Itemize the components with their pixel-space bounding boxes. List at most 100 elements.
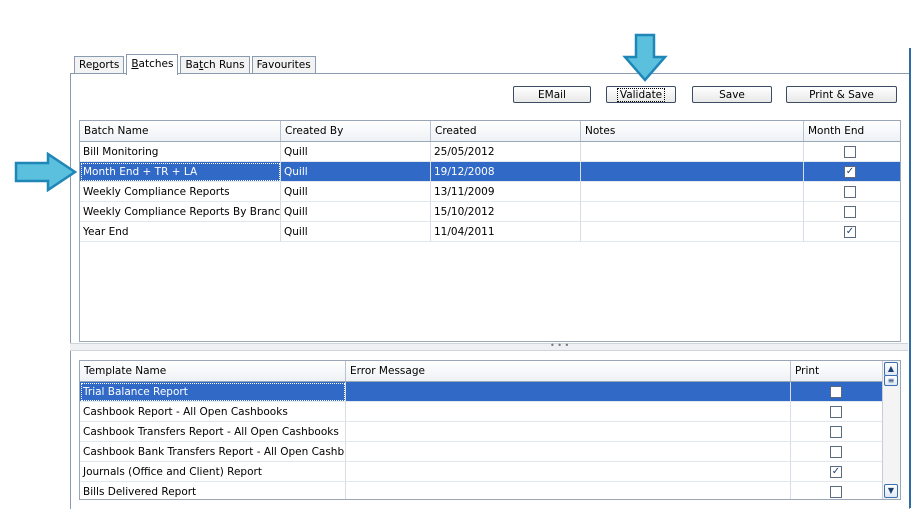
- column-header-created[interactable]: Created: [431, 121, 581, 141]
- notes-cell: [581, 222, 804, 242]
- tab-label: ch Runs: [203, 59, 245, 71]
- error-message-cell: [346, 382, 791, 402]
- templates-scrollbar[interactable]: ▲ ≡ ▼: [882, 361, 900, 499]
- email-button[interactable]: EMail: [513, 86, 591, 103]
- table-row[interactable]: Journals (Office and Client) Report ✓: [80, 462, 883, 482]
- templates-grid: Template Name Error Message Print Trial …: [79, 360, 901, 500]
- batch-name-cell: Month End + TR + LA: [80, 162, 281, 182]
- grid-splitter[interactable]: • • •: [70, 341, 908, 351]
- print-checkbox[interactable]: [830, 446, 842, 458]
- month-end-checkbox[interactable]: [844, 146, 856, 158]
- month-end-cell: ✓: [804, 162, 900, 182]
- table-row[interactable]: Cashbook Report - All Open Cashbooks: [80, 402, 883, 422]
- created-cell: 19/12/2008: [431, 162, 581, 182]
- error-message-cell: [346, 482, 791, 499]
- error-message-cell: [346, 442, 791, 462]
- table-row[interactable]: Cashbook Bank Transfers Report - All Ope…: [80, 442, 883, 462]
- print-checkbox[interactable]: [830, 386, 842, 398]
- print-cell: [791, 382, 883, 402]
- validate-button[interactable]: Validate: [606, 86, 676, 103]
- print-save-button-label: Print & Save: [809, 89, 874, 101]
- month-end-checkbox[interactable]: ✓: [844, 226, 856, 238]
- error-message-cell: [346, 462, 791, 482]
- table-row[interactable]: Month End + TR + LA Quill 19/12/2008 ✓: [80, 162, 900, 182]
- tab-batch-runs[interactable]: Batch Runs: [180, 56, 250, 74]
- print-cell: [791, 442, 883, 462]
- arrow-down-icon: [622, 33, 668, 82]
- print-cell: [791, 482, 883, 499]
- scroll-thumb[interactable]: ≡: [884, 375, 898, 386]
- table-row[interactable]: Cashbook Transfers Report - All Open Cas…: [80, 422, 883, 442]
- created-cell: 25/05/2012: [431, 142, 581, 162]
- template-name-cell: Trial Balance Report: [80, 382, 346, 402]
- tab-label: Ba: [185, 59, 200, 71]
- column-header-error-message[interactable]: Error Message: [346, 361, 791, 381]
- validate-button-label: Validate: [616, 88, 666, 102]
- scroll-down-icon[interactable]: ▼: [884, 484, 898, 498]
- batches-grid-header: Batch Name Created By Created Notes Mont…: [80, 121, 900, 142]
- column-header-print[interactable]: Print: [791, 361, 883, 381]
- table-row[interactable]: Year End Quill 11/04/2011 ✓: [80, 222, 900, 242]
- template-name-cell: Journals (Office and Client) Report: [80, 462, 346, 482]
- month-end-cell: [804, 142, 900, 162]
- column-header-created-by[interactable]: Created By: [281, 121, 431, 141]
- print-checkbox[interactable]: [830, 486, 842, 498]
- scroll-up-icon[interactable]: ▲: [884, 362, 898, 376]
- tab-batches[interactable]: Batches: [126, 54, 179, 75]
- template-name-cell: Cashbook Transfers Report - All Open Cas…: [80, 422, 346, 442]
- created-cell: 11/04/2011: [431, 222, 581, 242]
- month-end-checkbox[interactable]: [844, 186, 856, 198]
- tab-favourites[interactable]: Favourites: [251, 56, 316, 74]
- template-name-cell: Cashbook Bank Transfers Report - All Ope…: [80, 442, 346, 462]
- print-checkbox[interactable]: ✓: [830, 466, 842, 478]
- created-by-cell: Quill: [281, 162, 431, 182]
- table-row[interactable]: Bill Monitoring Quill 25/05/2012: [80, 142, 900, 162]
- created-cell: 13/11/2009: [431, 182, 581, 202]
- tab-label: orts: [98, 59, 120, 71]
- table-row[interactable]: Weekly Compliance Reports By Branch Quill…: [80, 202, 900, 222]
- tab-label: atches: [138, 58, 174, 70]
- splitter-grip-icon: • • •: [550, 341, 570, 350]
- column-header-notes[interactable]: Notes: [581, 121, 804, 141]
- print-checkbox[interactable]: [830, 426, 842, 438]
- template-name-cell: Cashbook Report - All Open Cashbooks: [80, 402, 346, 422]
- table-row[interactable]: Bills Delivered Report: [80, 482, 883, 499]
- table-row[interactable]: Trial Balance Report: [80, 382, 883, 402]
- templates-grid-header: Template Name Error Message Print: [80, 361, 883, 382]
- save-button[interactable]: Save: [692, 86, 772, 103]
- created-cell: 15/10/2012: [431, 202, 581, 222]
- batches-grid: Batch Name Created By Created Notes Mont…: [79, 120, 901, 342]
- batch-name-cell: Weekly Compliance Reports: [80, 182, 281, 202]
- column-header-batch-name[interactable]: Batch Name: [80, 121, 281, 141]
- arrow-right-icon: [14, 152, 78, 192]
- error-message-cell: [346, 422, 791, 442]
- tab-label: Favourites: [256, 59, 311, 71]
- print-cell: [791, 422, 883, 442]
- print-checkbox[interactable]: [830, 406, 842, 418]
- notes-cell: [581, 202, 804, 222]
- tab-reports[interactable]: Reports: [74, 56, 125, 74]
- notes-cell: [581, 182, 804, 202]
- email-button-label: EMail: [538, 89, 566, 101]
- notes-cell: [581, 162, 804, 182]
- created-by-cell: Quill: [281, 142, 431, 162]
- print-cell: [791, 402, 883, 422]
- column-header-template-name[interactable]: Template Name: [80, 361, 346, 381]
- table-row[interactable]: Weekly Compliance Reports Quill 13/11/2009: [80, 182, 900, 202]
- window-edge: [909, 48, 914, 508]
- tab-label-accel: B: [131, 58, 139, 70]
- notes-cell: [581, 142, 804, 162]
- tab-strip: Reports Batches Batch Runs Favourites: [74, 54, 318, 75]
- batch-name-cell: Bill Monitoring: [80, 142, 281, 162]
- month-end-cell: [804, 202, 900, 222]
- print-save-button[interactable]: Print & Save: [786, 86, 897, 103]
- created-by-cell: Quill: [281, 222, 431, 242]
- batch-name-cell: Weekly Compliance Reports By Branch: [80, 202, 281, 222]
- month-end-checkbox[interactable]: [844, 206, 856, 218]
- created-by-cell: Quill: [281, 202, 431, 222]
- template-name-cell: Bills Delivered Report: [80, 482, 346, 499]
- month-end-checkbox[interactable]: ✓: [844, 166, 856, 178]
- column-header-month-end[interactable]: Month End: [804, 121, 900, 141]
- tab-label: Re: [79, 59, 93, 71]
- save-button-label: Save: [719, 89, 745, 101]
